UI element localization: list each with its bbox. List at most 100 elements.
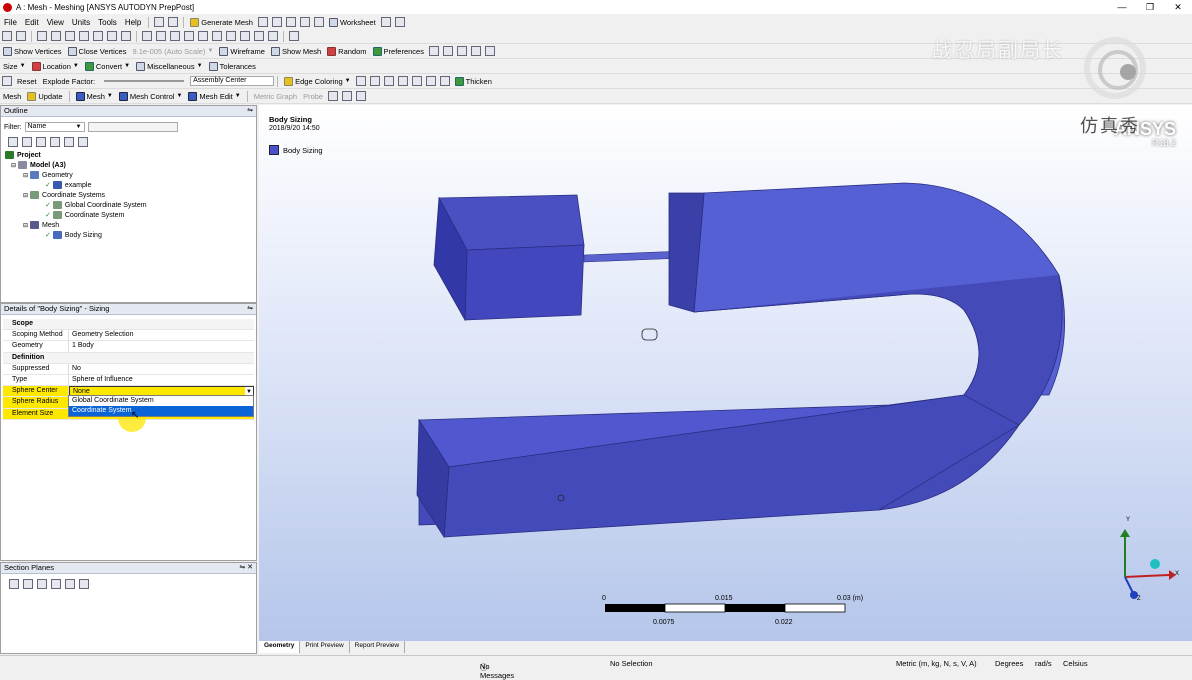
rotation-units-status[interactable]: rad/s <box>1035 659 1052 668</box>
isometric-icon[interactable] <box>254 31 264 41</box>
tab-report-preview[interactable]: Report Preview <box>350 641 406 653</box>
graphics-viewport[interactable]: Body Sizing 2018/9/20 14:50 Body Sizing … <box>259 105 1192 641</box>
redo-icon[interactable] <box>168 17 179 27</box>
edge-style-icon[interactable] <box>369 76 380 86</box>
body-select-icon[interactable] <box>79 31 89 41</box>
eraser-icon[interactable] <box>394 17 405 27</box>
cursor-help-icon[interactable] <box>380 17 391 27</box>
maximize-button[interactable]: ❐ <box>1136 0 1164 14</box>
edge-style-icon[interactable] <box>383 76 394 86</box>
export-icon[interactable] <box>313 17 324 27</box>
annotation-icon[interactable] <box>484 46 495 56</box>
collapse-icon[interactable] <box>22 137 32 147</box>
property-row[interactable]: Geometry 1 Body <box>3 341 254 353</box>
minimize-button[interactable]: — <box>1108 0 1136 14</box>
explode-slider[interactable] <box>104 80 185 82</box>
menu-tools[interactable]: Tools <box>94 18 121 27</box>
tolerances-button[interactable]: Tolerances <box>206 60 259 73</box>
node-select-icon[interactable] <box>93 31 103 41</box>
menu-units[interactable]: Units <box>68 18 94 27</box>
trash-icon[interactable] <box>79 579 89 589</box>
print-icon[interactable] <box>268 31 278 41</box>
show-plane-icon[interactable] <box>51 579 61 589</box>
property-value[interactable]: No <box>69 364 254 374</box>
section-icon[interactable] <box>342 91 353 101</box>
collapse-toggle-icon[interactable]: ⊟ <box>23 192 28 199</box>
graph-icon[interactable] <box>356 91 367 101</box>
menu-view[interactable]: View <box>43 18 68 27</box>
next-view-icon[interactable] <box>240 31 250 41</box>
close-button[interactable]: ✕ <box>1164 0 1192 14</box>
magnifier-icon[interactable] <box>212 31 222 41</box>
section-icon[interactable] <box>328 91 339 101</box>
annotation-icon[interactable] <box>470 46 481 56</box>
show-vertices-button[interactable]: Show Vertices <box>0 45 65 58</box>
dropdown-option-selected[interactable]: Coordinate System <box>69 406 253 416</box>
brush-icon[interactable] <box>425 76 436 86</box>
menu-help[interactable]: Help <box>121 18 145 27</box>
reset-button[interactable]: Reset <box>14 75 40 88</box>
edge-style-icon[interactable] <box>411 76 422 86</box>
edit-plane-icon[interactable] <box>23 579 33 589</box>
collapse-toggle-icon[interactable]: ⊟ <box>11 162 16 169</box>
metric-graph-button[interactable]: Metric Graph <box>251 90 300 103</box>
probe-button[interactable]: Probe <box>300 90 326 103</box>
worksheet-button[interactable]: Worksheet <box>326 16 379 29</box>
tree-item-body-sizing[interactable]: ✓ Body Sizing <box>45 230 102 240</box>
screenshot-icon[interactable] <box>257 17 268 27</box>
preferences-button[interactable]: Preferences <box>370 45 427 58</box>
property-row[interactable]: Scoping Method Geometry Selection <box>3 330 254 342</box>
tree-item-mesh[interactable]: ⊟ Mesh <box>23 220 59 230</box>
menu-edit[interactable]: Edit <box>21 18 43 27</box>
pin-icon[interactable]: ⇋ <box>247 106 253 116</box>
comment-icon[interactable] <box>299 17 310 27</box>
angle-units-status[interactable]: Degrees <box>995 659 1023 668</box>
convert-menu[interactable]: Convert ▼ <box>82 60 133 73</box>
edge-coloring-menu[interactable]: Edge Coloring ▼ <box>281 75 353 88</box>
annotation-icon[interactable] <box>442 46 453 56</box>
element-select-icon[interactable] <box>107 31 117 41</box>
box-zoom-icon[interactable] <box>184 31 194 41</box>
show-mesh-button[interactable]: Show Mesh <box>268 45 324 58</box>
select-mode-icon[interactable] <box>16 31 26 41</box>
tree-item-geometry[interactable]: ⊟ Geometry <box>23 170 73 180</box>
section-definition[interactable]: Definition <box>3 352 254 364</box>
delete-plane-icon[interactable] <box>37 579 47 589</box>
new-plane-icon[interactable] <box>9 579 19 589</box>
annotation-icon[interactable] <box>428 46 439 56</box>
text-icon[interactable] <box>285 17 296 27</box>
image-icon[interactable] <box>271 17 282 27</box>
annotation-icon[interactable] <box>456 46 467 56</box>
select-icon[interactable] <box>2 31 12 41</box>
extend-select-icon[interactable] <box>121 31 131 41</box>
vertex-select-icon[interactable] <box>37 31 47 41</box>
mesh-control-menu[interactable]: Mesh Control ▼ <box>116 90 186 103</box>
random-colors-button[interactable]: Random <box>324 45 369 58</box>
zoom-fit-icon[interactable] <box>198 31 208 41</box>
size-menu[interactable]: Size ▼ <box>0 60 29 73</box>
undo-icon[interactable] <box>154 17 165 27</box>
tree-item-model[interactable]: ⊟ Model (A3) <box>11 160 66 170</box>
close-vertices-button[interactable]: Close Vertices <box>65 45 130 58</box>
explode-icon[interactable] <box>2 76 12 86</box>
close-icon[interactable]: ⇋ ✕ <box>239 563 253 573</box>
wireframe-button[interactable]: Wireframe <box>216 45 268 58</box>
scale-select[interactable]: 9.1e-005 (Auto Scale) ▼ <box>129 45 216 58</box>
property-row[interactable]: Type Sphere of Influence <box>3 374 254 387</box>
pin-icon[interactable]: ⇋ <box>247 304 253 314</box>
edge-select-icon[interactable] <box>51 31 61 41</box>
tree-item-coordinate-systems[interactable]: ⊟ Coordinate Systems <box>23 190 105 200</box>
cap-icon[interactable] <box>65 579 75 589</box>
edge-style-icon[interactable] <box>355 76 366 86</box>
expand-icon[interactable] <box>8 137 18 147</box>
mesh-edit-menu[interactable]: Mesh Edit ▼ <box>185 90 243 103</box>
property-value[interactable]: Geometry Selection <box>69 330 254 340</box>
generate-mesh-button[interactable]: Generate Mesh <box>187 16 256 29</box>
dropdown-option[interactable]: Global Coordinate System <box>69 396 253 406</box>
miscellaneous-menu[interactable]: Miscellaneous ▼ <box>133 60 205 73</box>
units-status[interactable]: Metric (m, kg, N, s, V, A) <box>896 659 977 668</box>
edge-style-icon[interactable] <box>397 76 408 86</box>
property-value[interactable]: Sphere of Influence <box>69 375 254 385</box>
menu-file[interactable]: File <box>0 18 21 27</box>
thicken-button[interactable]: Thicken <box>452 75 495 88</box>
